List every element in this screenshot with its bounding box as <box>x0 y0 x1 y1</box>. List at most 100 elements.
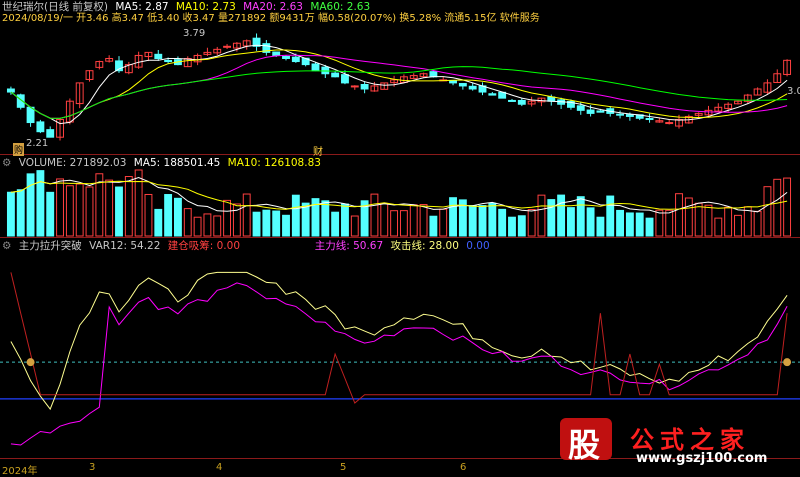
candle-body <box>458 83 467 87</box>
volume-bar <box>694 202 703 237</box>
indicator-name[interactable]: 主力拉升突破 <box>19 240 82 252</box>
volume-bar <box>380 202 389 237</box>
candle-body <box>429 71 438 78</box>
candle-body <box>360 84 369 90</box>
volume-bar <box>753 210 762 237</box>
volume-bar <box>341 203 349 237</box>
volume-bar <box>547 199 556 237</box>
volume-bar <box>645 217 654 237</box>
volume-header: ⚙ VOLUME: 271892.03 MA5: 188501.45 MA10:… <box>2 156 325 170</box>
candle-body <box>596 110 605 113</box>
ma5-line <box>10 44 788 125</box>
candle-body <box>154 53 163 60</box>
candle-body <box>350 85 359 88</box>
candle-body <box>665 122 674 125</box>
volume-bar <box>439 208 448 237</box>
volume-bar <box>36 170 45 237</box>
high-price-label: 3.79 <box>183 28 206 39</box>
volume-bar <box>115 186 123 237</box>
watermark-url: www.gszj100.com <box>636 451 768 466</box>
volume-bar <box>616 209 625 237</box>
signal-marker <box>783 358 792 367</box>
panel-separator-1 <box>0 154 800 155</box>
x-axis-label: 6 <box>460 462 467 473</box>
volume-bar <box>488 202 497 237</box>
candle-body <box>321 66 330 75</box>
volume-bar <box>56 178 64 237</box>
candle-body <box>223 45 232 48</box>
volume-bar <box>449 197 457 237</box>
watermark: 股 公式之家 www.gszj100.com <box>560 418 795 468</box>
volume-bar <box>576 196 585 237</box>
volume-bar <box>331 211 340 237</box>
volume-bar <box>46 191 55 237</box>
volume-bar <box>586 207 595 237</box>
volume-bar <box>183 208 192 237</box>
volume-bar <box>409 204 418 237</box>
volume-bar <box>566 207 575 237</box>
volume-bar <box>557 194 566 237</box>
indicator-header: ⚙ 主力拉升突破 VAR12: 54.22 建仓吸筹: 0.00 主力线: 50… <box>2 239 494 253</box>
volume-bar <box>26 173 35 237</box>
price-ma-lines <box>10 44 788 125</box>
x-axis-label: 3 <box>89 462 96 473</box>
volume-bar <box>527 209 536 237</box>
volume-bar <box>282 214 290 237</box>
candle-body <box>625 114 634 117</box>
candle-body <box>6 88 15 93</box>
volume-bar <box>124 176 133 237</box>
volume-bar <box>154 208 163 237</box>
volume-value: VOLUME: 271892.03 <box>18 157 127 169</box>
candle-body <box>291 56 300 63</box>
volume-bar <box>262 209 271 237</box>
volume-bar <box>655 209 664 237</box>
buy-marker[interactable]: 购 <box>13 143 25 156</box>
volume-bar <box>370 193 379 237</box>
volume-bar <box>75 183 84 237</box>
volume-bar <box>635 212 644 237</box>
volume-bar <box>291 194 300 237</box>
main-line-value: 主力线: 50.67 <box>314 240 384 252</box>
panel-separator-2 <box>0 237 800 238</box>
volume-bar <box>321 200 330 237</box>
gear-icon[interactable]: ⚙ <box>2 157 11 169</box>
volume-bar <box>468 205 477 237</box>
low-price-label: 2.21 <box>26 138 49 149</box>
volume-bar <box>596 216 605 237</box>
candle-body <box>508 99 516 102</box>
candle-body <box>164 59 173 63</box>
volume-bar <box>223 199 232 237</box>
build-value: 建仓吸筹: 0.00 <box>167 240 241 252</box>
signal-marker <box>26 358 35 367</box>
volume-bar <box>517 215 526 237</box>
ma60-line <box>10 66 788 119</box>
candle-body <box>488 93 497 96</box>
volume-bar <box>714 217 723 237</box>
candle-body <box>36 121 45 133</box>
volume-bar <box>419 204 428 237</box>
watermark-logo-char: 股 <box>568 426 601 464</box>
volume-bar <box>478 205 487 237</box>
candle-body <box>46 129 55 138</box>
candle-body <box>331 72 340 78</box>
x-axis-label: 5 <box>340 462 347 473</box>
candle-body <box>449 80 457 84</box>
volume-bar <box>498 208 507 237</box>
watermark-text: 公式之家 <box>630 426 750 454</box>
volume-bar <box>252 211 261 237</box>
candle-body <box>282 55 290 60</box>
x-axis-label: 4 <box>216 462 223 473</box>
var12-value: VAR12: 54.22 <box>89 240 161 252</box>
volume-bar <box>65 185 74 237</box>
volume-bar <box>399 210 408 237</box>
gear-icon[interactable]: ⚙ <box>2 240 11 252</box>
volume-bar <box>203 213 212 237</box>
candle-body <box>517 99 526 105</box>
volume-bar <box>665 209 674 237</box>
volume-ma5-line <box>10 176 788 214</box>
attack-line-value: 攻击线: 28.00 <box>390 240 459 252</box>
x-axis-label: 2024年 <box>2 466 38 477</box>
volume-bar <box>350 215 359 237</box>
volume-bar <box>16 189 25 237</box>
candle-body <box>576 105 585 111</box>
